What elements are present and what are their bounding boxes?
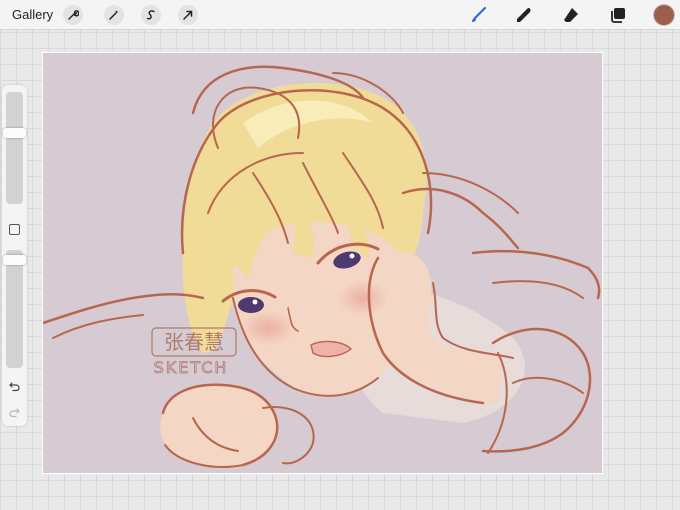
gallery-button[interactable]: Gallery bbox=[12, 7, 53, 22]
artwork: 张春慧 SKETCH bbox=[43, 53, 602, 473]
redo-icon[interactable] bbox=[8, 406, 21, 419]
watermark-chinese: 张春慧 bbox=[164, 330, 224, 354]
undo-icon[interactable] bbox=[8, 380, 21, 393]
top-toolbar: Gallery bbox=[0, 0, 680, 30]
brush-size-handle[interactable] bbox=[3, 127, 26, 138]
brush-icon[interactable] bbox=[469, 5, 489, 25]
color-picker-swatch[interactable] bbox=[654, 5, 674, 25]
layers-icon[interactable] bbox=[608, 5, 628, 25]
watermark-english: SKETCH bbox=[154, 358, 229, 377]
watermark: 张春慧 SKETCH bbox=[151, 327, 237, 377]
left-sidebar bbox=[2, 85, 27, 426]
eraser-icon[interactable] bbox=[561, 5, 581, 25]
opacity-handle[interactable] bbox=[3, 255, 26, 266]
magic-wand-icon[interactable] bbox=[104, 5, 124, 25]
brush-size-slider[interactable] bbox=[6, 92, 23, 204]
modify-button[interactable] bbox=[9, 224, 20, 235]
wrench-icon[interactable] bbox=[63, 5, 83, 25]
right-cheek-blush bbox=[337, 280, 389, 316]
move-arrow-icon[interactable] bbox=[178, 5, 198, 25]
drawing-canvas[interactable]: 张春慧 SKETCH bbox=[42, 52, 603, 474]
smudge-icon[interactable] bbox=[514, 5, 534, 25]
selection-icon[interactable] bbox=[141, 5, 161, 25]
opacity-slider[interactable] bbox=[6, 250, 23, 368]
